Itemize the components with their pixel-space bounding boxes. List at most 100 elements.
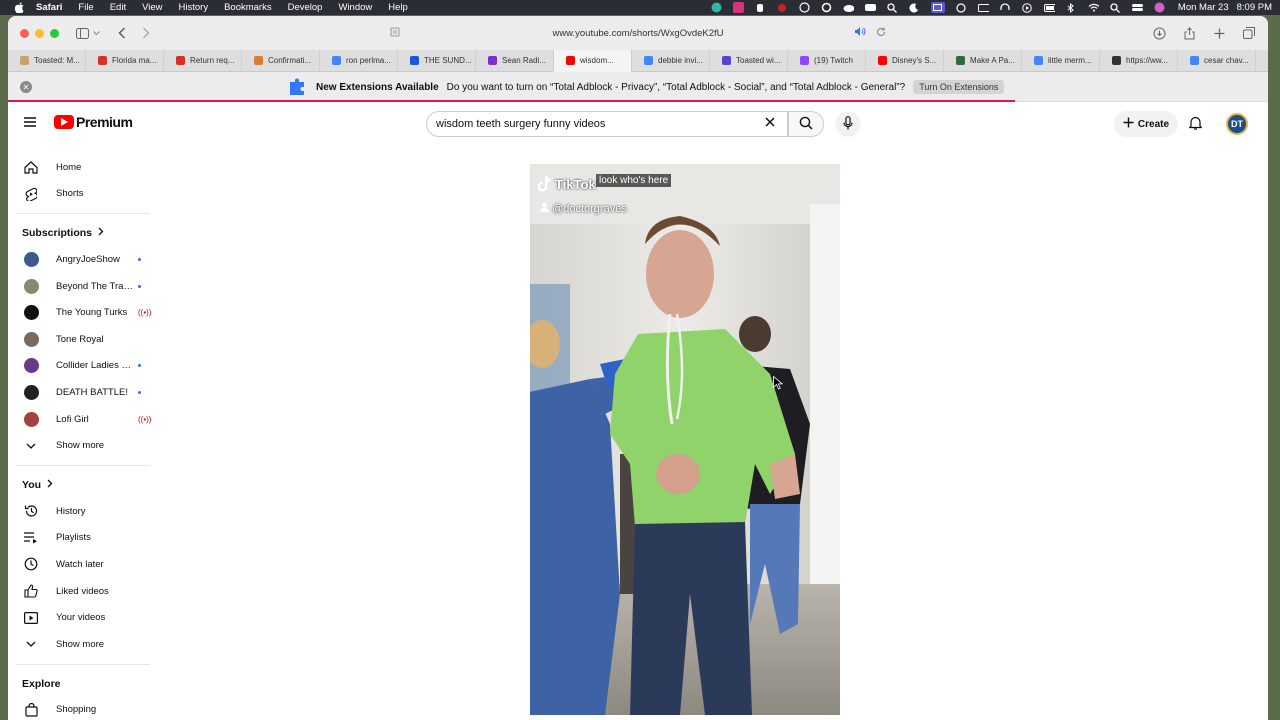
shorts-video-player[interactable]: TikTok @doctorgraves look who's here: [530, 164, 840, 715]
subscription-item[interactable]: Beyond The Trailer: [8, 273, 158, 300]
browser-tab[interactable]: https://ww...: [1100, 49, 1178, 72]
menu-file[interactable]: File: [78, 2, 93, 13]
browser-tab[interactable]: THE SUND...: [398, 49, 476, 72]
browser-tab[interactable]: Toasted wi...: [710, 49, 788, 72]
menu-bookmarks[interactable]: Bookmarks: [224, 2, 272, 13]
browser-tab[interactable]: Make A Pa...: [944, 49, 1022, 72]
search-menu-icon[interactable]: [1110, 2, 1121, 13]
browser-tab[interactable]: Sean Radi...: [476, 49, 554, 72]
tab-overview-icon[interactable]: [1240, 24, 1258, 42]
siri-icon[interactable]: [1154, 2, 1165, 13]
subscription-item[interactable]: AngryJoeShow: [8, 246, 158, 273]
sidebar-item-home[interactable]: Home: [8, 154, 158, 181]
play-circle-icon[interactable]: [1022, 2, 1033, 13]
turn-on-extensions-button[interactable]: Turn On Extensions: [913, 80, 1005, 94]
search-input[interactable]: wisdom teeth surgery funny videos: [426, 111, 788, 137]
menu-history[interactable]: History: [179, 2, 209, 13]
reload-icon[interactable]: [876, 27, 886, 40]
control-center-icon[interactable]: [1131, 3, 1143, 12]
channel-avatar: [24, 251, 39, 267]
speaker-icon[interactable]: [855, 27, 866, 39]
edge-icon[interactable]: [711, 2, 722, 13]
menu-app-name[interactable]: Safari: [36, 2, 62, 13]
bluetooth-icon[interactable]: [1066, 2, 1077, 13]
show-more-you[interactable]: Show more: [8, 631, 158, 658]
subscription-item[interactable]: Tone Royal: [8, 326, 158, 353]
tab-label: Toasted: M...: [34, 56, 80, 65]
subscription-item[interactable]: DEATH BATTLE!: [8, 379, 158, 406]
browser-tab[interactable]: Florida ma...: [86, 49, 164, 72]
menu-bar-clock[interactable]: Mon Mar 23 8:09 PM: [1178, 2, 1272, 13]
stage-manager-icon[interactable]: [930, 2, 945, 13]
menu-edit[interactable]: Edit: [110, 2, 126, 13]
browser-tab[interactable]: little merm...: [1022, 49, 1100, 72]
sidebar-item-shopping[interactable]: Shopping: [8, 697, 158, 720]
video-frame-image: [530, 164, 840, 715]
headphones-icon[interactable]: [1000, 2, 1011, 12]
menu-develop[interactable]: Develop: [288, 2, 323, 13]
keyboard-icon[interactable]: [977, 3, 989, 12]
browser-tab[interactable]: Return req...: [164, 49, 242, 72]
battery-icon[interactable]: [1043, 3, 1055, 12]
url-text: www.youtube.com/shorts/WxgOvdeK2fU: [552, 27, 724, 39]
hamburger-menu-icon[interactable]: [24, 116, 36, 130]
tiktok-icon: [538, 176, 551, 192]
create-button[interactable]: Create: [1114, 111, 1178, 137]
browser-tab[interactable]: Confirmati...: [242, 49, 320, 72]
apple-logo-icon[interactable]: [12, 2, 26, 13]
show-more-subscriptions[interactable]: Show more: [8, 432, 158, 459]
subscription-item[interactable]: Collider Ladies N...: [8, 353, 158, 380]
wifi-icon[interactable]: [1088, 3, 1099, 12]
address-bar[interactable]: www.youtube.com/shorts/WxgOvdeK2fU: [388, 24, 888, 42]
record-icon[interactable]: [777, 3, 788, 12]
page-settings-icon[interactable]: [390, 27, 400, 40]
time-machine-icon[interactable]: [956, 2, 967, 13]
drive-icon[interactable]: [864, 3, 876, 12]
minimize-window-button[interactable]: [35, 28, 44, 38]
youtube-premium-logo[interactable]: Premium: [54, 114, 133, 130]
sync-icon[interactable]: [821, 2, 832, 13]
sidebar-item-your-videos[interactable]: Your videos: [8, 604, 158, 631]
sidebar-item-shorts[interactable]: Shorts: [8, 181, 158, 208]
browser-tab[interactable]: Toasted: M...: [8, 49, 86, 72]
sidebar-item-watch-later[interactable]: Watch later: [8, 551, 158, 578]
hand-icon[interactable]: [755, 3, 766, 12]
share-icon[interactable]: [1180, 24, 1198, 42]
search-button[interactable]: [788, 111, 824, 137]
grid-app-icon[interactable]: [732, 2, 744, 13]
zoom-window-button[interactable]: [50, 28, 59, 38]
back-arrow-icon[interactable]: [113, 24, 131, 42]
menu-view[interactable]: View: [142, 2, 162, 13]
tiktok-watermark: TikTok: [538, 176, 596, 192]
subscription-item[interactable]: The Young Turks ((•)): [8, 299, 158, 326]
chatgpt-icon[interactable]: [799, 2, 810, 13]
moon-icon[interactable]: [909, 3, 920, 13]
sidebar-item-playlists[interactable]: Playlists: [8, 525, 158, 552]
voice-search-button[interactable]: [835, 111, 861, 137]
downloads-icon[interactable]: [1150, 24, 1168, 42]
chevron-down-icon[interactable]: [91, 24, 101, 42]
forward-arrow-icon[interactable]: [137, 24, 155, 42]
browser-tab[interactable]: cesar chav...: [1178, 49, 1256, 72]
menu-window[interactable]: Window: [338, 2, 372, 13]
sidebar-item-liked-videos[interactable]: Liked videos: [8, 578, 158, 605]
browser-tab[interactable]: ron perlma...: [320, 49, 398, 72]
sidebar-item-history[interactable]: History: [8, 498, 158, 525]
account-avatar[interactable]: DT: [1226, 113, 1248, 135]
browser-tab[interactable]: Disney's S...: [866, 49, 944, 72]
cloud-icon[interactable]: [843, 3, 854, 12]
clear-search-icon[interactable]: [765, 116, 775, 130]
notifications-bell-icon[interactable]: [1188, 116, 1203, 133]
browser-tab[interactable]: debbie invi...: [632, 49, 710, 72]
spotlight-search-icon[interactable]: [887, 2, 898, 13]
new-tab-icon[interactable]: [1210, 24, 1228, 42]
subscription-item[interactable]: Lofi Girl ((•)): [8, 406, 158, 433]
menu-help[interactable]: Help: [388, 2, 408, 13]
browser-tab[interactable]: wisdom...: [554, 49, 632, 72]
you-heading[interactable]: You: [8, 472, 158, 498]
browser-tab[interactable]: (19) Twitch: [788, 49, 866, 72]
close-window-button[interactable]: [20, 28, 29, 38]
sidebar-toggle-icon[interactable]: [73, 24, 91, 42]
close-banner-icon[interactable]: ✕: [20, 81, 32, 93]
subscriptions-heading[interactable]: Subscriptions: [8, 220, 158, 246]
